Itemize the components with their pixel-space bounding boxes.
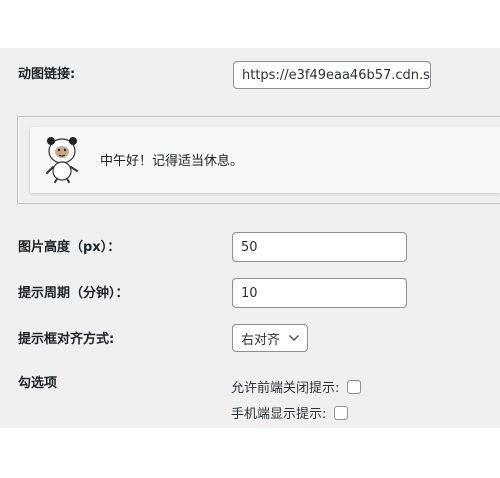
image-height-input[interactable]: 50 xyxy=(232,232,407,262)
alignment-label: 提示框对齐方式: xyxy=(18,332,115,347)
prompt-period-input[interactable]: 10 xyxy=(232,278,407,308)
allow-close-option[interactable]: 允许前端关闭提示: xyxy=(231,377,362,396)
allow-close-checkbox[interactable] xyxy=(347,379,362,394)
preview-message: 中午好！记得适当休息。 xyxy=(100,154,244,169)
mobile-show-label: 手机端显示提示: xyxy=(231,407,327,422)
gif-link-label: 动图链接: xyxy=(18,67,76,82)
prompt-period-label: 提示周期（分钟）： xyxy=(18,286,129,301)
allow-close-label: 允许前端关闭提示: xyxy=(231,381,340,396)
gif-link-input[interactable]: https://e3f49eaa46b57.cdn.so xyxy=(233,61,431,89)
panda-meme-icon xyxy=(46,137,78,183)
preview-area: 中午好！记得适当休息。 xyxy=(17,116,500,204)
alignment-select[interactable]: 右对齐 xyxy=(232,324,308,352)
options-label: 勾选项 xyxy=(18,376,58,391)
preview-tip-card: 中午好！记得适当休息。 xyxy=(30,127,500,193)
mobile-show-checkbox[interactable] xyxy=(334,405,349,420)
chevron-down-icon xyxy=(289,335,299,341)
alignment-selected-value: 右对齐 xyxy=(241,332,281,348)
mobile-show-option[interactable]: 手机端显示提示: xyxy=(231,403,349,422)
image-height-label: 图片高度（px）： xyxy=(18,240,121,255)
